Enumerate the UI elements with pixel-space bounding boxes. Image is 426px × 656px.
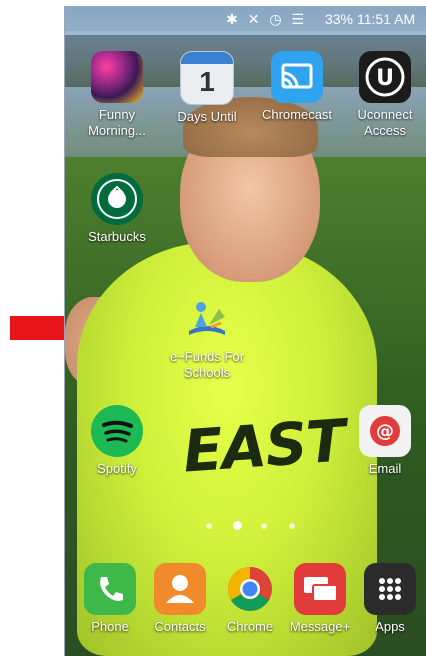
app-label: Phone bbox=[91, 619, 129, 634]
app-label: Chromecast bbox=[261, 107, 333, 122]
phone-home-screen: EAST ✱ ✕ ◷ ☰ 33% 11:51 AM Funny Morning.… bbox=[64, 6, 426, 656]
funny-morning-icon bbox=[91, 51, 143, 103]
app-label: Email bbox=[368, 461, 402, 476]
efunds-icon bbox=[181, 293, 233, 345]
app-spotify[interactable]: Spotify bbox=[77, 405, 157, 477]
status-time: 11:51 AM bbox=[357, 11, 416, 27]
page-indicator bbox=[201, 521, 301, 531]
app-uconnect[interactable]: U Uconnect Access bbox=[345, 51, 425, 139]
phone-icon bbox=[84, 563, 136, 615]
app-days-until[interactable]: 1 Days Until bbox=[167, 51, 247, 125]
app-label: Days Until bbox=[177, 109, 237, 124]
wallpaper-shirt-text: EAST bbox=[180, 406, 348, 486]
cast-icon bbox=[271, 51, 323, 103]
page-dot[interactable] bbox=[261, 523, 267, 529]
app-email[interactable]: @ Email bbox=[345, 405, 425, 477]
app-label: Contacts bbox=[154, 619, 206, 634]
app-label: Message+ bbox=[289, 619, 351, 634]
app-label: Spotify bbox=[97, 461, 137, 476]
starbucks-icon bbox=[91, 173, 143, 225]
dock-apps[interactable]: Apps bbox=[351, 563, 426, 635]
app-label: e~Funds For Schools bbox=[169, 349, 245, 380]
app-efunds-for-schools[interactable]: e~Funds For Schools bbox=[163, 293, 251, 381]
app-starbucks[interactable]: Starbucks bbox=[77, 173, 157, 245]
calendar-day: 1 bbox=[199, 66, 215, 97]
message-icon bbox=[294, 563, 346, 615]
dock-phone[interactable]: Phone bbox=[71, 563, 149, 635]
calendar-icon: 1 bbox=[180, 51, 234, 105]
app-label: Chrome bbox=[226, 619, 274, 634]
app-funny-morning[interactable]: Funny Morning... bbox=[77, 51, 157, 139]
app-chromecast[interactable]: Chromecast bbox=[257, 51, 337, 123]
dock-message-plus[interactable]: Message+ bbox=[281, 563, 359, 635]
uconnect-icon: U bbox=[359, 51, 411, 103]
chrome-icon bbox=[224, 563, 276, 615]
app-label: Apps bbox=[375, 619, 405, 634]
dock-chrome[interactable]: Chrome bbox=[211, 563, 289, 635]
spotify-icon bbox=[91, 405, 143, 457]
app-label: Funny Morning... bbox=[88, 107, 146, 138]
page-dot[interactable] bbox=[289, 523, 295, 529]
svg-text:@: @ bbox=[376, 421, 394, 442]
apps-grid-icon bbox=[364, 563, 416, 615]
contacts-icon bbox=[154, 563, 206, 615]
app-label: Uconnect Access bbox=[357, 107, 413, 138]
page-dot[interactable] bbox=[206, 523, 212, 529]
page-dot-active[interactable] bbox=[233, 521, 242, 530]
svg-text:U: U bbox=[376, 66, 394, 91]
email-icon: @ bbox=[359, 405, 411, 457]
status-icons: ✱ ✕ ◷ ☰ bbox=[226, 11, 307, 27]
dock-contacts[interactable]: Contacts bbox=[141, 563, 219, 635]
status-bar: ✱ ✕ ◷ ☰ 33% 11:51 AM bbox=[65, 7, 426, 31]
battery-level: 33% bbox=[324, 11, 353, 27]
app-label: Starbucks bbox=[88, 229, 146, 244]
